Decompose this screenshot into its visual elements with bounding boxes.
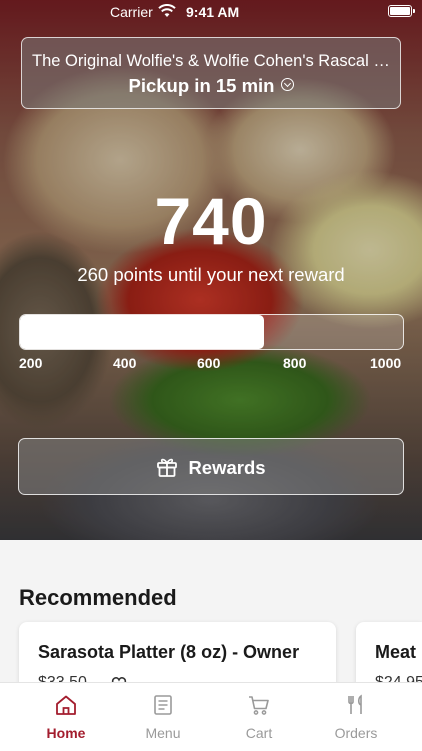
tab-label: Cart [245,725,273,741]
gift-icon [157,458,178,477]
wifi-icon [158,4,176,17]
tab-menu[interactable]: Menu [118,683,208,751]
cart-icon [249,696,269,715]
tab-bar: Home Menu Cart Orders [0,682,422,751]
pickup-time[interactable]: Pickup in 15 min [22,75,400,97]
points-balance: 740 [154,184,268,258]
tab-label: Orders [334,725,378,741]
home-icon [56,695,76,715]
progress-tick: 1000 [370,355,402,371]
recommended-heading: Recommended [19,585,177,610]
battery-icon [388,5,415,17]
pickup-time-label: Pickup in 15 min [128,75,275,96]
tab-label: Home [46,725,86,741]
location-selector[interactable]: The Original Wolfie's & Wolfie Cohen's R… [21,37,401,109]
tab-orders[interactable]: Orders [311,683,401,751]
rewards-button-label: Rewards [188,457,266,478]
tab-cart[interactable]: Cart [214,683,304,751]
item-name: Sarasota Platter (8 oz) - Owner [38,642,300,662]
chevron-down-icon [280,78,294,91]
rewards-button[interactable]: Rewards [18,438,404,495]
tab-home[interactable]: Home [21,683,111,751]
rewards-progress-fill [20,315,265,349]
progress-tick: 800 [283,355,307,371]
rewards-progress-bar [19,314,404,350]
status-bar: Carrier 9:41 AM [0,0,422,24]
progress-tick: 400 [113,355,137,371]
carrier-label: Carrier [110,4,153,20]
item-name: Meat [375,642,417,662]
restaurant-name: The Original Wolfie's & Wolfie Cohen's R… [32,52,390,70]
tab-label: Menu [145,725,181,741]
clock: 9:41 AM [186,4,240,20]
progress-tick: 600 [197,355,221,371]
points-until-reward: 260 points until your next reward [77,264,345,285]
utensils-icon [348,694,362,714]
progress-tick: 200 [19,355,43,371]
menu-icon [154,695,172,715]
